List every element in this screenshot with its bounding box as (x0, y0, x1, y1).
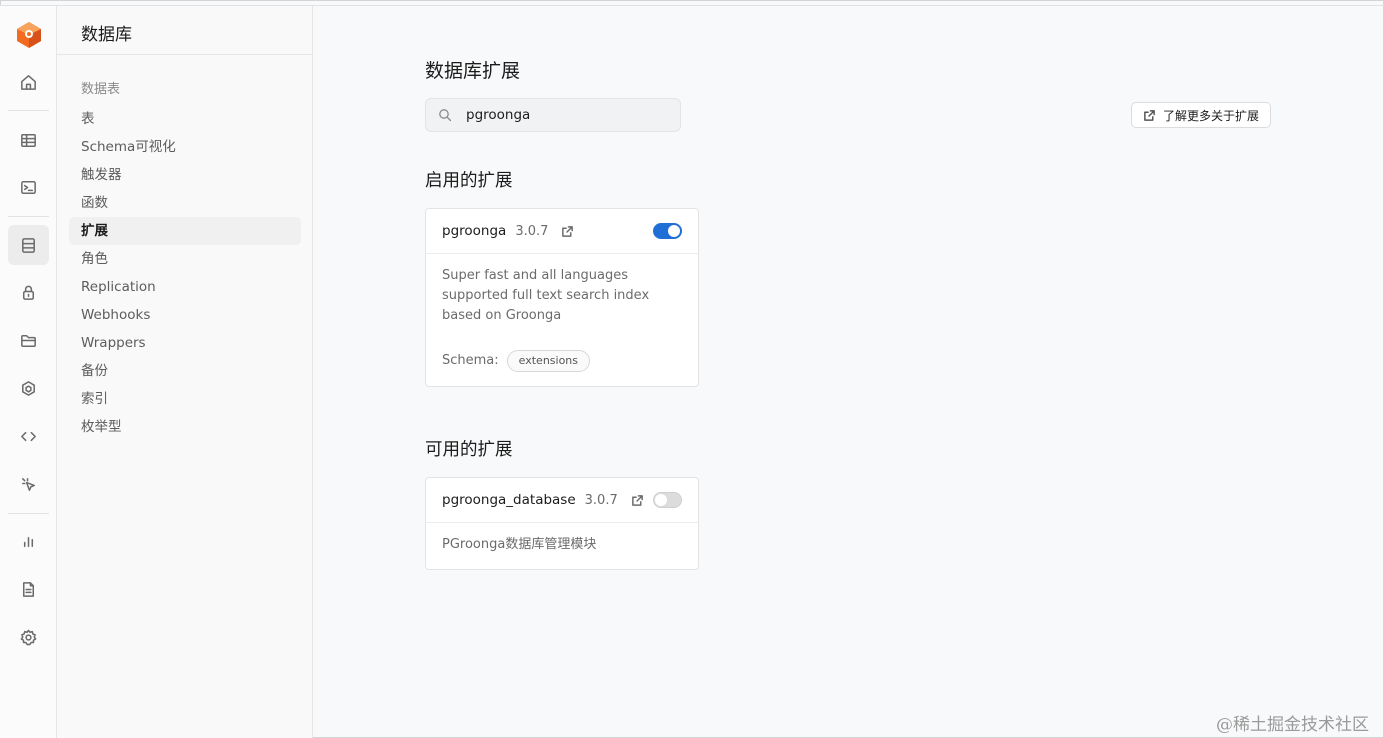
rail-divider (8, 110, 49, 111)
menu-item-schema-visualizer[interactable]: Schema可视化 (69, 133, 301, 161)
available-section-title: 可用的扩展 (425, 440, 513, 460)
external-link-icon[interactable] (561, 225, 574, 238)
schema-label: Schema: (442, 353, 499, 368)
app-logo-icon[interactable] (14, 20, 44, 50)
menu-item-tables[interactable]: 表 (69, 105, 301, 133)
search-input[interactable] (466, 107, 666, 123)
reports-icon[interactable] (8, 521, 49, 561)
extension-version: 3.0.7 (584, 492, 618, 508)
extension-toggle[interactable] (653, 223, 682, 239)
menu-group-label: 数据表 (81, 82, 121, 97)
search-icon (439, 109, 452, 122)
menu-item-wrappers[interactable]: Wrappers (69, 329, 301, 357)
menu-item-backups[interactable]: 备份 (69, 357, 301, 385)
menu-list: 表 Schema可视化 触发器 函数 扩展 角色 Replication Web… (69, 105, 301, 441)
database-icon[interactable] (8, 225, 49, 265)
auth-icon[interactable] (8, 272, 49, 312)
logs-icon[interactable] (8, 569, 49, 609)
menu-item-indexes[interactable]: 索引 (69, 385, 301, 413)
home-icon[interactable] (8, 62, 49, 102)
database-menu: 数据库 数据表 表 Schema可视化 触发器 函数 扩展 角色 Replica… (57, 6, 313, 738)
settings-icon[interactable] (8, 617, 49, 657)
extension-description: Super fast and all languages supported f… (442, 268, 650, 323)
extension-toggle[interactable] (653, 492, 682, 508)
extension-description: PGroonga数据库管理模块 (442, 537, 597, 552)
toggle-knob (655, 494, 667, 506)
menu-item-replication[interactable]: Replication (69, 273, 301, 301)
enabled-section-title: 启用的扩展 (425, 171, 513, 191)
schema-row: Schema: extensions (442, 350, 682, 372)
main-content: 数据库扩展 了解更多关于扩展 启用的扩展 pgroonga 3.0.7 Supe… (313, 6, 1384, 738)
extension-version: 3.0.7 (515, 223, 549, 239)
menu-item-webhooks[interactable]: Webhooks (69, 301, 301, 329)
storage-icon[interactable] (8, 320, 49, 360)
extension-name: pgroonga_database (442, 492, 576, 508)
learn-more-label: 了解更多关于扩展 (1162, 108, 1259, 123)
search-box[interactable] (425, 98, 681, 132)
menu-item-roles[interactable]: 角色 (69, 245, 301, 273)
rail-divider (8, 513, 49, 514)
extension-card-body: PGroonga数据库管理模块 (426, 523, 698, 569)
menu-item-functions[interactable]: 函数 (69, 189, 301, 217)
menu-title: 数据库 (81, 25, 132, 45)
learn-more-button[interactable]: 了解更多关于扩展 (1131, 102, 1271, 128)
rail-divider (8, 216, 49, 217)
sql-editor-icon[interactable] (8, 167, 49, 207)
extension-card: pgroonga 3.0.7 Super fast and all langua… (425, 208, 699, 387)
menu-item-triggers[interactable]: 触发器 (69, 161, 301, 189)
extension-card-header: pgroonga 3.0.7 (426, 209, 698, 254)
schema-badge: extensions (506, 350, 591, 372)
edge-functions-icon[interactable] (8, 368, 49, 408)
watermark: @稀土掘金技术社区 (1216, 715, 1369, 735)
icon-rail (0, 6, 57, 738)
menu-item-extensions[interactable]: 扩展 (69, 217, 301, 245)
api-icon[interactable] (8, 416, 49, 456)
external-link-icon[interactable] (631, 494, 644, 507)
table-editor-icon[interactable] (8, 120, 49, 160)
extension-name: pgroonga (442, 223, 507, 239)
realtime-icon[interactable] (8, 464, 49, 504)
menu-divider (57, 54, 313, 55)
page-title: 数据库扩展 (425, 60, 521, 82)
extension-card-header: pgroonga_database 3.0.7 (426, 478, 698, 523)
extension-card: pgroonga_database 3.0.7 PGroonga数据库管理模块 (425, 477, 699, 570)
external-link-icon (1144, 109, 1155, 121)
toggle-knob (668, 225, 680, 237)
menu-item-enumerated-types[interactable]: 枚举型 (69, 413, 301, 441)
extension-card-body: Super fast and all languages supported f… (426, 254, 698, 386)
